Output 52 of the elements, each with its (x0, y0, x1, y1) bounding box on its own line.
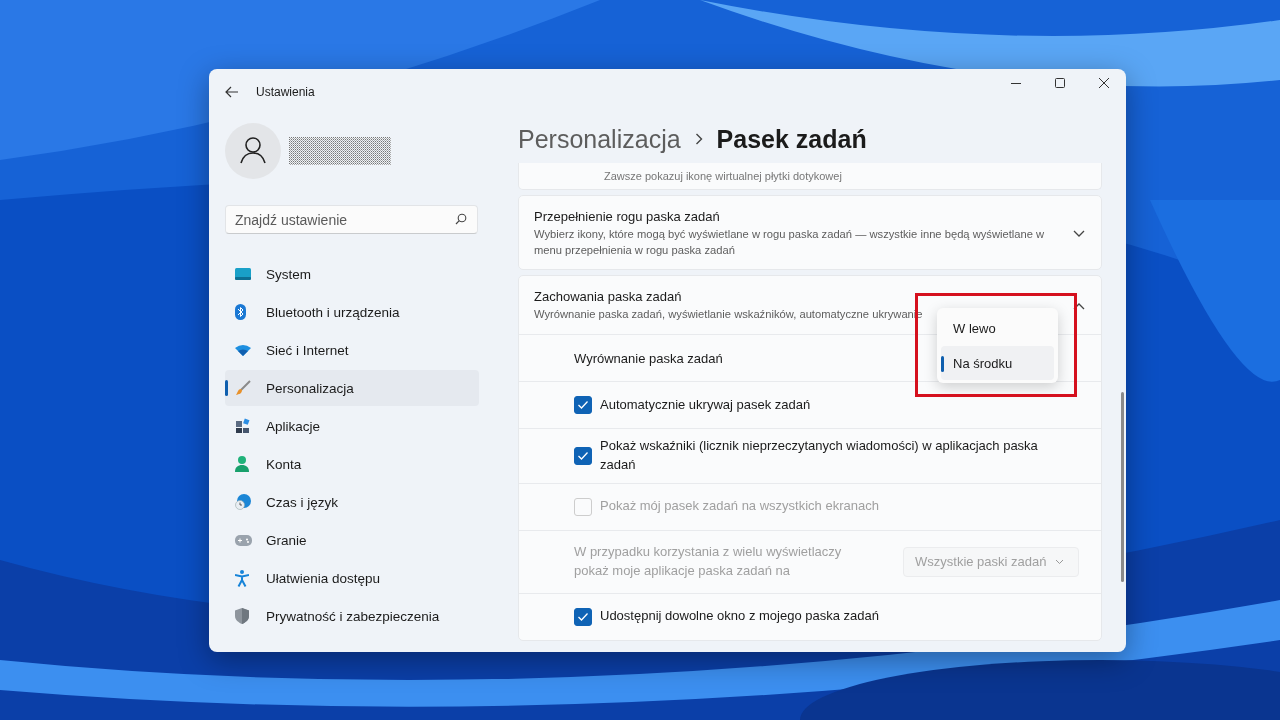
selection-indicator (941, 356, 944, 372)
checkmark-icon (577, 400, 589, 410)
checkmark-icon (577, 611, 589, 622)
nav-item[interactable]: Ułatwienia dostępu (225, 560, 479, 596)
search-icon (455, 213, 467, 225)
setting-label: W przypadku korzystania z wielu wyświetlaczy pokaż moje aplikacje paska zadań na (574, 542, 843, 580)
nav-item[interactable]: Aplikacje (225, 408, 479, 444)
breadcrumb-link[interactable]: Personalizacja (518, 124, 681, 154)
checkbox[interactable] (574, 396, 592, 414)
nav-item[interactable]: Personalizacja (225, 370, 479, 406)
monitor-icon (235, 268, 251, 280)
nav-item[interactable]: Granie (225, 522, 479, 558)
checkbox-label: Udostępnij dowolne okno z mojego paska zadań (600, 607, 879, 626)
checkbox[interactable] (574, 446, 592, 465)
window-title: Ustawienia (256, 85, 315, 99)
checkbox[interactable] (574, 607, 592, 626)
checkbox-label: Pokaż wskaźniki (licznik nieprzeczytanych wiadomości) w aplikacjach paska zadań (600, 437, 1039, 474)
wifi-icon (235, 344, 251, 356)
setting-label: Wyrównanie paska zadań (574, 350, 723, 366)
page-title: Pasek zadań (716, 124, 867, 154)
shield-icon (235, 608, 249, 624)
back-arrow-icon (225, 86, 239, 98)
checkbox-label: Pokaż mój pasek zadań na wszystkich ekranach (600, 497, 879, 516)
selection-indicator (225, 380, 228, 396)
avatar-icon (225, 123, 281, 179)
brush-icon (235, 380, 251, 396)
setting-title: Zachowania paska zadań (534, 289, 683, 305)
checkmark-icon (577, 450, 589, 461)
maximize-icon (1055, 78, 1065, 88)
search-field[interactable]: Znajdź ustawienie (225, 205, 478, 234)
nav-item[interactable]: Prywatność i zabezpieczenia (225, 598, 479, 634)
setting-description: Zawsze pokazuj ikonę wirtualnej płytki dotykowej (604, 170, 842, 182)
nav-item[interactable]: Bluetooth i urządzenia (225, 294, 479, 330)
gamepad-icon (235, 534, 252, 546)
nav-item[interactable]: Konta (225, 446, 479, 482)
accessibility-icon (235, 569, 249, 587)
menu-option[interactable]: Na środku (941, 346, 1054, 380)
apps-icon (235, 418, 251, 434)
nav-item[interactable]: System (225, 256, 479, 292)
globe-clock-icon (235, 494, 251, 510)
setting-description: Wybierz ikony, które mogą być wyświetlane w rogu paska zadań — wszystkie inne będą wyświetlane w menu przepełnienia w rogu paska zadań (534, 227, 1046, 258)
nav-item[interactable]: Czas i język (225, 484, 479, 520)
person-icon (235, 456, 249, 472)
checkbox-label: Automatycznie ukrywaj pasek zadań (600, 395, 811, 414)
chevron-right-icon (694, 133, 703, 145)
chevron-down-icon (1055, 558, 1064, 565)
nav-item[interactable]: Sieć i Internet (225, 332, 479, 368)
bluetooth-icon (235, 304, 246, 320)
scrollbar-thumb[interactable] (1121, 392, 1124, 582)
close-icon (1099, 78, 1109, 88)
menu-option[interactable]: W lewo (941, 311, 1054, 345)
setting-title: Przepełnienie rogu paska zadań (534, 209, 721, 224)
